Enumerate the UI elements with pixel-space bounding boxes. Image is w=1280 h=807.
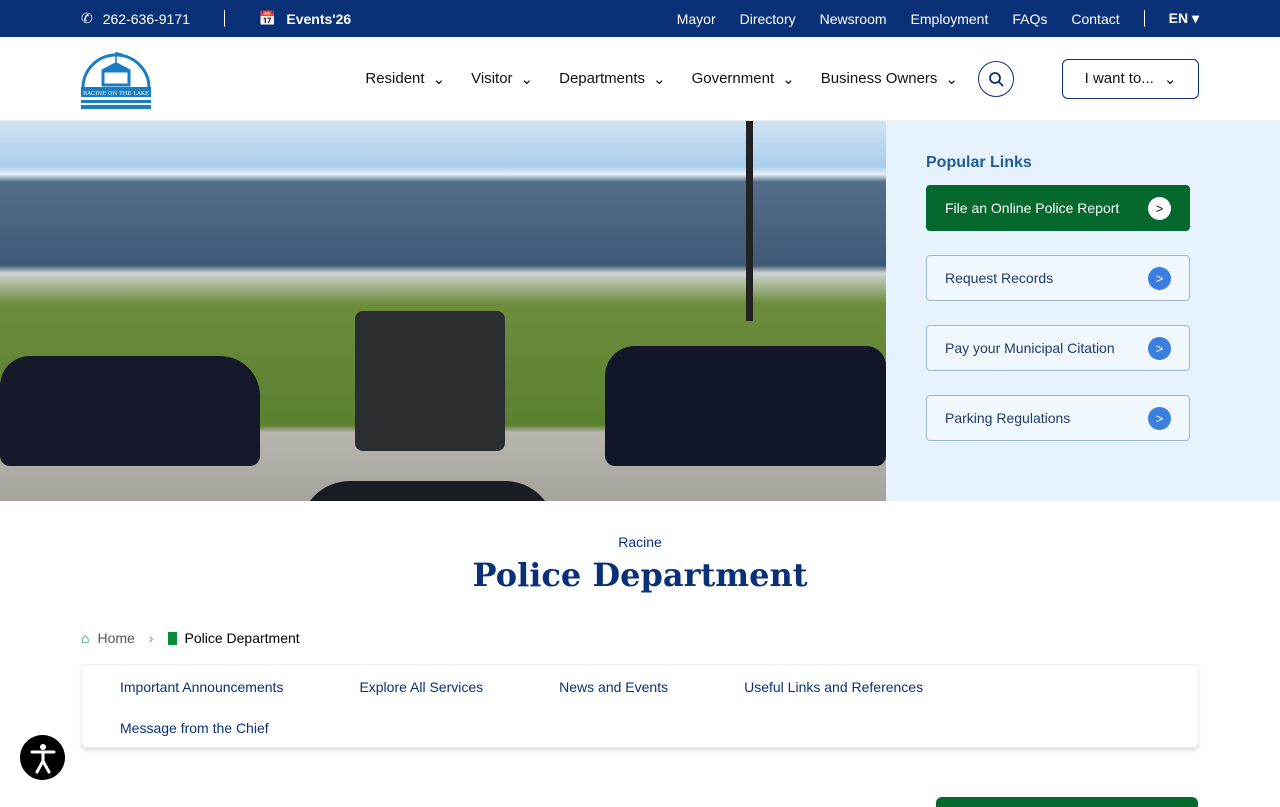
tab-news-and-events[interactable]: News and Events [559,679,668,720]
request-records-link[interactable]: Request Records > [926,255,1190,301]
link-contact[interactable]: Contact [1071,11,1119,27]
calendar-icon: 📅 [258,10,277,26]
nav-departments[interactable]: Departments ⌄ [559,70,665,88]
link-employment[interactable]: Employment [911,11,989,27]
breadcrumb: ⌂ Home › Police Department [0,630,1280,646]
divider [1143,10,1145,27]
tab-useful-links[interactable]: Useful Links and References [744,679,923,720]
chevron-right-icon: › [148,630,154,646]
chevron-right-icon: > [1148,266,1171,290]
building-icon [167,631,177,645]
nav-government[interactable]: Government ⌄ [692,70,795,88]
chevron-right-icon: > [1148,196,1171,220]
city-logo[interactable]: RACINE ON THE LAKE [81,48,151,110]
i-want-to-dropdown[interactable]: I want to... ⌄ [1062,58,1199,99]
chevron-down-icon: ⌄ [1163,70,1177,88]
page-title: Police Department [472,556,808,594]
svg-text:RACINE ON THE LAKE: RACINE ON THE LAKE [83,91,149,97]
accessibility-icon [30,743,55,773]
link-directory[interactable]: Directory [740,11,796,27]
popular-links-panel: Popular Links File an Online Police Repo… [886,121,1280,501]
hero-image-police-vehicles [0,121,886,501]
tab-explore-all-services[interactable]: Explore All Services [359,679,483,720]
link-faqs[interactable]: FAQs [1012,11,1047,27]
events-link[interactable]: Events'26 [286,11,351,27]
main-header: RACINE ON THE LAKE Resident ⌄ Visitor ⌄ De… [0,37,1280,121]
chevron-right-icon: > [1148,406,1171,430]
chevron-down-icon: ⌄ [432,70,446,88]
chevron-down-icon: ⌄ [945,70,958,88]
chevron-down-icon: ⌄ [653,70,666,88]
section-links: Important Announcements Explore All Serv… [81,664,1199,748]
divider [223,10,225,27]
chevron-down-icon: ⌄ [782,70,795,88]
nav-visitor[interactable]: Visitor ⌄ [471,70,533,88]
popular-links-heading: Popular Links [926,154,1032,171]
nav-business-owners[interactable]: Business Owners ⌄ [821,70,958,88]
search-button[interactable] [978,60,1014,97]
chevron-right-icon: > [1148,336,1171,360]
accessibility-button[interactable] [20,735,65,780]
search-icon [989,71,1004,87]
link-newsroom[interactable]: Newsroom [820,11,887,27]
breadcrumb-current: Police Department [184,630,300,646]
phone-link[interactable]: 262-636-9171 [103,11,190,27]
breadcrumb-home[interactable]: Home [97,630,134,646]
green-button-partial[interactable] [936,797,1198,807]
parking-regulations-link[interactable]: Parking Regulations > [926,395,1190,441]
file-police-report-link[interactable]: File an Online Police Report > [926,185,1190,231]
link-mayor[interactable]: Mayor [677,11,716,27]
tab-message-from-chief[interactable]: Message from the Chief [120,720,269,761]
chevron-down-icon: ⌄ [520,70,534,88]
phone-icon: ✆ [81,10,93,26]
home-icon: ⌂ [81,630,90,646]
pay-citation-link[interactable]: Pay your Municipal Citation > [926,325,1190,371]
tab-important-announcements[interactable]: Important Announcements [120,679,283,720]
page-subtitle: Racine [618,534,662,550]
top-utility-bar: ✆ 262-636-9171 📅 Events'26 Mayor Directo… [0,0,1280,37]
language-select[interactable]: EN ▾ [1169,10,1199,27]
nav-resident[interactable]: Resident ⌄ [365,70,445,88]
